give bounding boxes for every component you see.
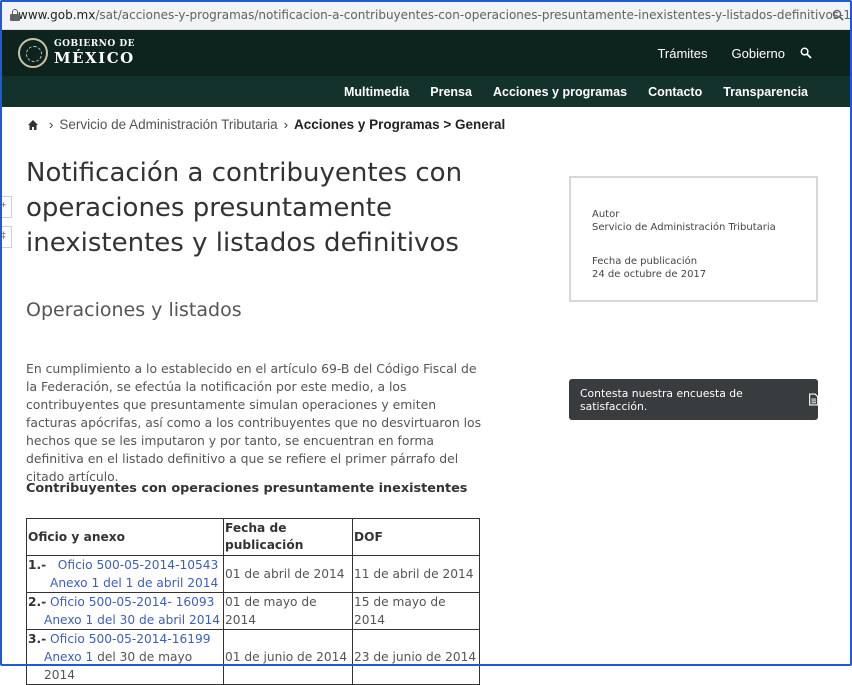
autor-value: Servicio de Administración Tributaria: [592, 222, 776, 233]
nav-gobierno[interactable]: Gobierno: [732, 46, 785, 61]
page-title: Notificación a contribuyentes con operac…: [26, 158, 463, 258]
table-row: 2.- Oficio 500-05-2014- 16093 Anexo 1 de…: [26, 592, 480, 630]
fecha-cell: 01 de abril de 2014: [223, 555, 353, 593]
dof-cell: 23 de junio de 2014: [352, 629, 480, 685]
row-number: 3.-: [28, 632, 47, 646]
dof-cell: 11 de abril de 2014: [352, 555, 480, 593]
side-tab-collapse[interactable]: ‡: [0, 226, 12, 248]
table-row: 1.- Oficio 500-05-2014-10543 Anexo 1 del…: [26, 555, 480, 593]
address-bar[interactable]: www.gob.mx/sat/acciones-y-programas/noti…: [0, 0, 852, 30]
section-heading: Contribuyentes con operaciones presuntam…: [26, 481, 468, 496]
search-icon[interactable]: [800, 47, 812, 59]
autor-label: Autor: [592, 209, 620, 220]
page-subtitle: Operaciones y listados: [26, 299, 242, 321]
oficio-cell: 2.- Oficio 500-05-2014- 16093 Anexo 1 de…: [26, 592, 224, 630]
oficio-link[interactable]: Oficio 500-05-2014-16199: [50, 632, 210, 646]
subnav-prensa[interactable]: Prensa: [430, 85, 472, 99]
anexo-link[interactable]: Anexo 1: [44, 650, 93, 664]
publication-info-card: Autor Servicio de Administración Tributa…: [569, 176, 818, 302]
breadcrumb-separator: ›: [283, 117, 289, 132]
oficio-link[interactable]: Oficio 500-05-2014- 16093: [50, 595, 214, 609]
breadcrumb: › Servicio de Administración Tributaria …: [27, 117, 505, 132]
intro-paragraph: En cumplimiento a lo establecido en el a…: [26, 361, 482, 484]
survey-label: Contesta nuestra encuesta de satisfacció…: [580, 386, 743, 413]
sub-navigation: Multimedia Prensa Acciones y programas C…: [0, 76, 852, 107]
subnav-transparencia[interactable]: Transparencia: [723, 85, 808, 99]
table-header-row: Oficio y anexo Fecha de publicación DOF: [26, 518, 480, 556]
fecha-value: 24 de octubre de 2017: [592, 269, 707, 280]
url-text[interactable]: www.gob.mx/sat/acciones-y-programas/noti…: [18, 8, 852, 22]
fecha-cell: 01 de mayo de 2014: [223, 592, 353, 630]
subnav-contacto[interactable]: Contacto: [648, 85, 702, 99]
seal-icon: [18, 38, 48, 68]
breadcrumb-sat-link[interactable]: Servicio de Administración Tributaria: [59, 117, 277, 132]
zoom-icon[interactable]: [832, 9, 844, 21]
oficio-link[interactable]: Oficio 500-05-2014-10543: [58, 558, 218, 572]
row-number: 1.-: [28, 558, 47, 572]
logo-text-small: GOBIERNO DE: [54, 39, 136, 49]
nav-tramites[interactable]: Trámites: [657, 46, 707, 61]
document-icon: [808, 393, 818, 406]
breadcrumb-separator: ›: [49, 117, 54, 132]
anexo-link[interactable]: Anexo 1 del 30 de abril 2014: [44, 613, 220, 627]
fecha-label: Fecha de publicación: [592, 256, 698, 267]
table-row: 3.- Oficio 500-05-2014-16199 Anexo 1 del…: [26, 629, 480, 685]
table-header: Oficio y anexo: [26, 518, 224, 556]
anexo-link[interactable]: Anexo 1 del 1 de abril 2014: [50, 576, 218, 590]
table-header: DOF: [352, 518, 480, 556]
subnav-acciones-programas[interactable]: Acciones y programas: [493, 85, 627, 99]
logo-text-big: MÉXICO: [54, 49, 135, 67]
top-nav: Trámites Gobierno: [657, 30, 785, 76]
subnav-multimedia[interactable]: Multimedia: [344, 85, 409, 99]
gobierno-logo[interactable]: GOBIERNO DE MÉXICO: [18, 38, 135, 68]
side-tab-expand[interactable]: +: [0, 196, 12, 218]
site-header: GOBIERNO DE MÉXICO Trámites Gobierno: [0, 30, 852, 76]
oficio-cell: 1.- Oficio 500-05-2014-10543 Anexo 1 del…: [26, 555, 224, 593]
fecha-cell: 01 de junio de 2014: [223, 629, 353, 685]
dof-cell: 15 de mayo de 2014: [352, 592, 480, 630]
breadcrumb-current: Acciones y Programas > General: [294, 117, 506, 132]
home-icon[interactable]: [27, 119, 39, 131]
survey-button[interactable]: Contesta nuestra encuesta de satisfacció…: [569, 379, 818, 420]
table-header: Fecha de publicación: [223, 518, 353, 556]
oficios-table: Oficio y anexo Fecha de publicación DOF …: [26, 518, 480, 685]
oficio-cell: 3.- Oficio 500-05-2014-16199 Anexo 1 del…: [26, 629, 224, 685]
row-number: 2.-: [28, 595, 47, 609]
